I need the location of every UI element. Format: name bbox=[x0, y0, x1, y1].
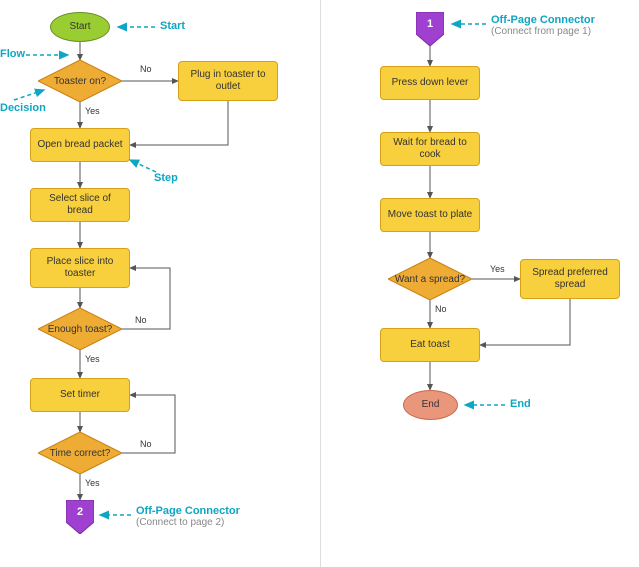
annotation-title: Off-Page Connector bbox=[136, 505, 240, 517]
edge-label-no: No bbox=[135, 315, 147, 325]
process-select-slice: Select slice of bread bbox=[30, 188, 130, 222]
process-label: Select slice of bread bbox=[35, 193, 125, 217]
offpage-connector-1: 1 bbox=[416, 12, 444, 46]
annotation-start: Start bbox=[160, 20, 185, 32]
annotation-subtitle: (Connect from page 1) bbox=[491, 26, 595, 37]
edge-label-no: No bbox=[435, 304, 447, 314]
process-open-packet: Open bread packet bbox=[30, 128, 130, 162]
process-label: Move toast to plate bbox=[388, 209, 473, 221]
offpage-label: 2 bbox=[66, 500, 94, 534]
edge-label-no: No bbox=[140, 439, 152, 449]
process-label: Press down lever bbox=[392, 77, 469, 89]
process-label: Place slice into toaster bbox=[35, 256, 125, 280]
edge-label-no: No bbox=[140, 64, 152, 74]
process-place-slice: Place slice into toaster bbox=[30, 248, 130, 288]
annotation-step: Step bbox=[154, 172, 178, 184]
flowchart-canvas: Start Toaster on? No Yes Plug in toaster… bbox=[0, 0, 639, 567]
start-terminal: Start bbox=[50, 12, 110, 42]
end-terminal: End bbox=[403, 390, 458, 420]
annotation-title: Off-Page Connector bbox=[491, 14, 595, 26]
edge-label-yes: Yes bbox=[490, 264, 505, 274]
process-label: Set timer bbox=[60, 389, 100, 401]
process-label: Wait for bread to cook bbox=[385, 137, 475, 161]
edge-label-yes: Yes bbox=[85, 354, 100, 364]
process-label: Open bread packet bbox=[37, 139, 122, 151]
edge-label-yes: Yes bbox=[85, 478, 100, 488]
offpage-connector-2: 2 bbox=[66, 500, 94, 534]
annotation-subtitle: (Connect to page 2) bbox=[136, 517, 240, 528]
annotation-end: End bbox=[510, 398, 531, 410]
decision-label: Want a spread? bbox=[388, 258, 472, 300]
process-press-lever: Press down lever bbox=[380, 66, 480, 100]
annotation-offpage-left: Off-Page Connector (Connect to page 2) bbox=[136, 505, 240, 528]
offpage-label: 1 bbox=[416, 12, 444, 46]
annotation-offpage-right: Off-Page Connector (Connect from page 1) bbox=[491, 14, 595, 37]
process-set-timer: Set timer bbox=[30, 378, 130, 412]
decision-enough-toast: Enough toast? bbox=[38, 308, 122, 350]
decision-label: Enough toast? bbox=[38, 308, 122, 350]
end-label: End bbox=[422, 399, 440, 411]
edge-label-yes: Yes bbox=[85, 106, 100, 116]
process-label: Spread preferred spread bbox=[525, 267, 615, 291]
process-spread: Spread preferred spread bbox=[520, 259, 620, 299]
annotation-flow: Flow bbox=[0, 48, 25, 60]
decision-label: Time correct? bbox=[38, 432, 122, 474]
start-label: Start bbox=[69, 21, 90, 33]
decision-toaster-on: Toaster on? bbox=[38, 60, 122, 102]
process-eat-toast: Eat toast bbox=[380, 328, 480, 362]
process-label: Plug in toaster to outlet bbox=[183, 69, 273, 93]
annotation-decision: Decision bbox=[0, 102, 46, 114]
decision-want-spread: Want a spread? bbox=[388, 258, 472, 300]
process-move-plate: Move toast to plate bbox=[380, 198, 480, 232]
process-wait-cook: Wait for bread to cook bbox=[380, 132, 480, 166]
process-plug-in: Plug in toaster to outlet bbox=[178, 61, 278, 101]
process-label: Eat toast bbox=[410, 339, 449, 351]
decision-label: Toaster on? bbox=[38, 60, 122, 102]
decision-time-correct: Time correct? bbox=[38, 432, 122, 474]
